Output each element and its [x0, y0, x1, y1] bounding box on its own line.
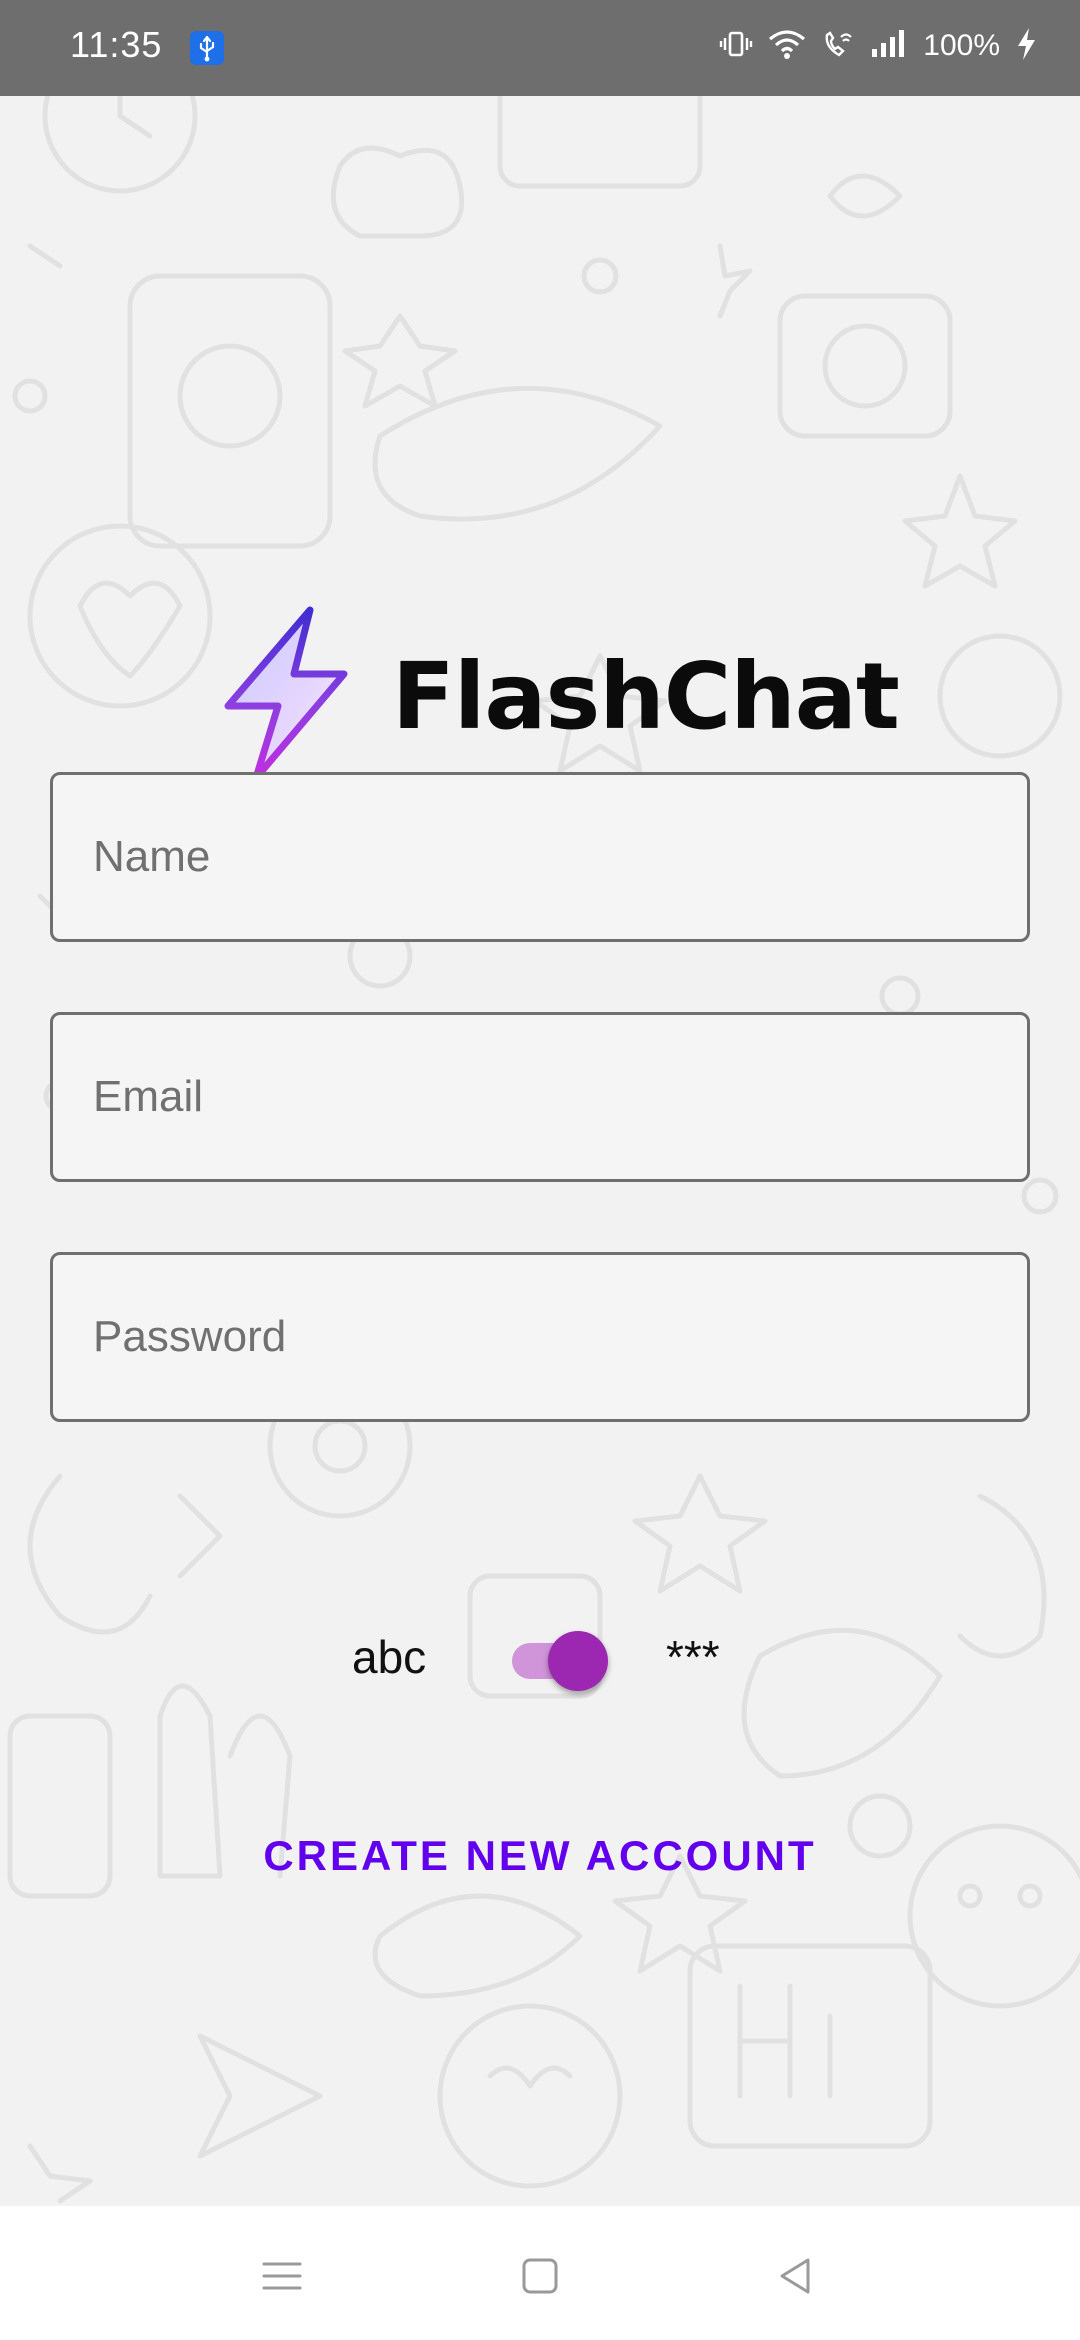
- app-name: FlashChat: [392, 642, 900, 750]
- lightning-bolt-icon: [220, 604, 350, 789]
- wifi-calling-icon: [821, 27, 855, 66]
- usb-debug-icon: [190, 31, 224, 65]
- app-logo: FlashChat: [220, 604, 900, 789]
- password-field[interactable]: [50, 1252, 1030, 1422]
- plain-text-label: abc: [352, 1631, 427, 1683]
- signal-icon: [869, 27, 909, 66]
- charging-icon: [1014, 26, 1038, 67]
- navigation-bar: [0, 2206, 1080, 2340]
- name-field[interactable]: [50, 772, 1030, 942]
- status-bar: 11:35 100%: [0, 0, 1080, 96]
- main-content: FlashChat abc *** CREATE NEW ACCOUNT: [0, 96, 1080, 2206]
- vibrate-icon: [719, 27, 753, 66]
- status-icons: 100%: [719, 26, 1038, 66]
- email-field[interactable]: [50, 1012, 1030, 1182]
- create-account-button[interactable]: CREATE NEW ACCOUNT: [240, 1816, 840, 1896]
- home-icon[interactable]: [500, 2236, 580, 2316]
- password-input[interactable]: [53, 1255, 1027, 1419]
- email-input[interactable]: [53, 1015, 1027, 1179]
- status-time: 11:35: [70, 24, 163, 65]
- battery-percent: 100%: [923, 29, 1000, 62]
- password-visibility-switch[interactable]: [510, 1631, 610, 1691]
- switch-thumb[interactable]: [548, 1631, 608, 1691]
- menu-icon[interactable]: [242, 2236, 322, 2316]
- masked-text-label: ***: [666, 1631, 720, 1683]
- password-visibility-toggle-row: abc ***: [0, 1626, 1080, 1691]
- back-icon[interactable]: [756, 2236, 836, 2316]
- wifi-icon: [767, 27, 807, 66]
- name-input[interactable]: [53, 775, 1027, 939]
